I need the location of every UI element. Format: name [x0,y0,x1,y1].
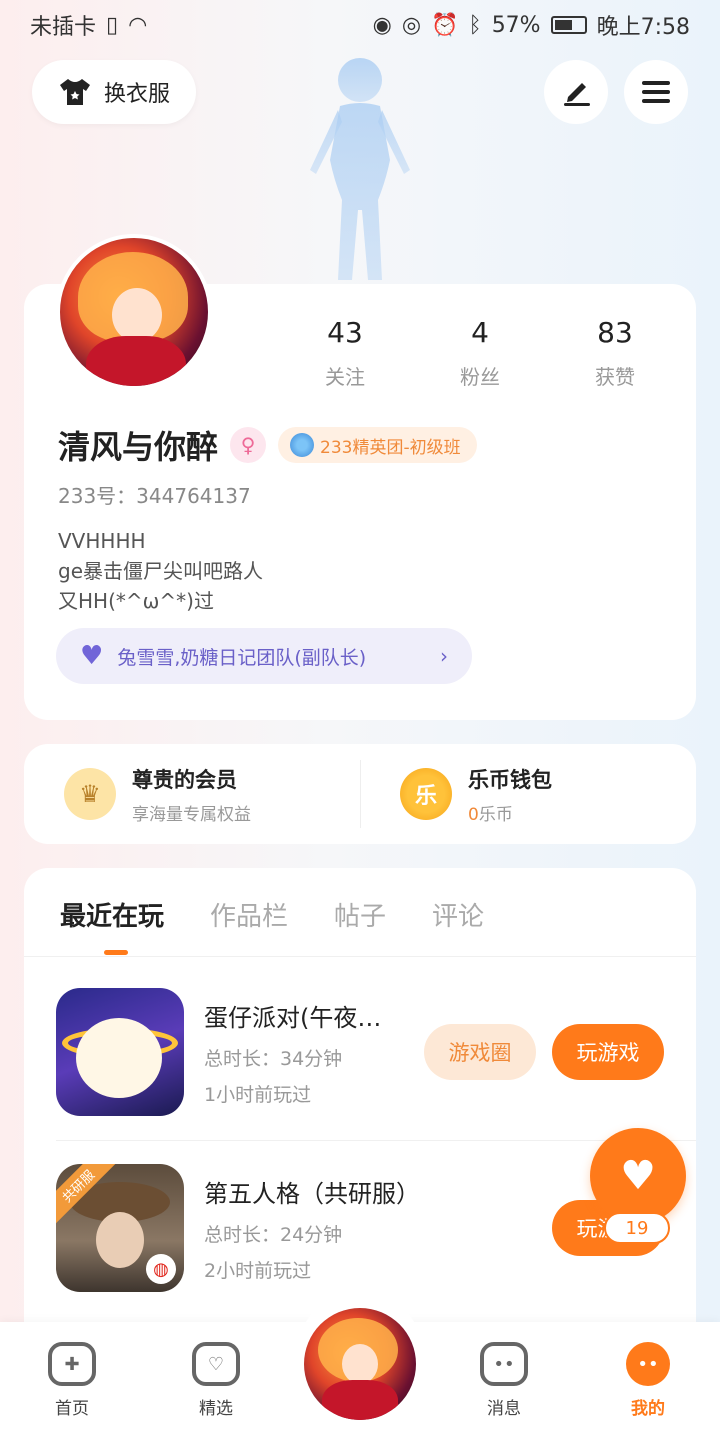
alarm-icon: ⏰ [431,12,459,38]
identity-v-game-icon: 共研服 ◍ [56,1164,184,1292]
stat-number: 83 [597,316,633,349]
nav-label: 消息 [487,1399,521,1419]
nav-center-avatar[interactable] [304,1308,416,1420]
wallet-balance: 0乐币 [468,800,552,825]
bio-line: 又HH(*^ω^*)过 [58,589,214,613]
badge-label: 233精英团-初级班 [320,437,461,458]
team-label: 兔雪雪,奶糖日记团队(副队长) [117,646,367,669]
wifi-icon: ◠ [128,12,148,38]
bio-line: ge暴击僵尸尖叫吧路人 [58,559,263,583]
stat-label: 关注 [325,365,365,389]
nav-label: 首页 [55,1399,89,1419]
edit-icon [564,83,590,106]
tab-comments[interactable]: 评论 [432,896,484,933]
wallet-amount: 0 [468,804,479,825]
nav-featured[interactable]: ♡ 精选 [166,1342,266,1419]
crown-icon: ♛ [64,768,116,820]
like-count: 19 [604,1212,670,1244]
female-icon: ♀ [230,427,267,463]
sim-icon: ▯ [106,12,119,38]
status-bar: 未插卡 ▯ ◠ ◉ ◎ ⏰ ᛒ 57% 晚上7:58 [0,0,720,50]
active-tab-indicator [104,950,128,955]
game-last-played: 1小时前玩过 [204,1084,312,1106]
list-divider [56,1140,696,1141]
team-heart-icon: ♥ [80,641,104,671]
nav-mine[interactable]: •• 我的 [598,1342,698,1419]
carrier-text: 未插卡 [30,15,97,40]
divider [360,760,361,828]
edit-profile-button[interactable] [544,60,608,124]
nav-messages[interactable]: •• 消息 [454,1342,554,1419]
bio-line: VVHHHH [58,529,146,553]
wallet-title: 乐币钱包 [468,767,552,792]
vip-subtitle: 享海量专属权益 [132,804,251,825]
user-id: 233号：344764137 [58,484,251,508]
stat-following[interactable]: 43 关注 [290,316,400,390]
vip-entry[interactable]: ♛ 尊贵的会员 享海量专属权益 [24,764,360,825]
game-name: 蛋仔派对(午夜… [204,1004,382,1032]
profile-stats: 43 关注 4 粉丝 83 获赞 [290,316,670,390]
chat-bubble-icon: •• [480,1342,528,1386]
coin-icon: 乐 [400,768,452,820]
stat-label: 获赞 [595,365,635,389]
wallet-unit: 乐币 [478,804,513,825]
menu-icon [642,81,670,103]
nfc-icon: ◉ [372,12,392,38]
wallet-entry[interactable]: 乐 乐币钱包 0乐币 [360,764,696,825]
stat-followers[interactable]: 4 粉丝 [425,316,535,390]
username: 清风与你醉 [58,428,219,466]
eggy-party-game-icon [56,988,184,1116]
tshirt-icon [59,79,90,105]
chevron-right-icon: › [440,644,448,668]
profile-avatar[interactable] [56,234,212,390]
bio: VVHHHH ge暴击僵尸尖叫吧路人 又HH(*^ω^*)过 [58,526,263,616]
name-row: 清风与你醉 ♀ 233精英团-初级班 [58,422,477,468]
change-outfit-label: 换衣服 [103,82,170,107]
profile-tabs: 最近在玩 作品栏 帖子 评论 [60,896,484,933]
change-outfit-button[interactable]: 换衣服 [32,60,196,124]
game-item[interactable]: 共研服 ◍ 第五人格（共研服） 总时长：24分钟 2小时前玩过 玩游戏 [56,1164,676,1294]
stat-label: 粉丝 [460,365,500,389]
game-name: 第五人格（共研服） [204,1180,420,1208]
hologram-avatar-figure [310,58,410,280]
vip-title: 尊贵的会员 [132,767,237,792]
tab-recently-played[interactable]: 最近在玩 [60,896,164,933]
heart-icon: ♥ [620,1153,656,1199]
bluetooth-icon: ᛒ [468,12,482,38]
tab-posts[interactable]: 帖子 [334,896,386,933]
menu-button[interactable] [624,60,688,124]
battery-percent: 57% [491,12,541,38]
tabs-divider [24,956,696,957]
like-button[interactable]: ♥ [590,1128,686,1224]
game-circle-button[interactable]: 游戏圈 [424,1024,536,1080]
stat-number: 43 [327,316,363,349]
game-item[interactable]: 蛋仔派对(午夜… 总时长：34分钟 1小时前玩过 游戏圈 玩游戏 [56,988,676,1118]
nav-label: 我的 [631,1399,665,1419]
elite-group-badge[interactable]: 233精英团-初级班 [278,427,477,463]
eye-icon: ◎ [401,12,422,38]
profile-face-icon: •• [626,1342,670,1386]
nav-home[interactable]: ✚ 首页 [22,1342,122,1419]
game-last-played: 2小时前玩过 [204,1260,312,1282]
game-playtime: 总时长：34分钟 [204,1048,343,1070]
member-wallet-card: ♛ 尊贵的会员 享海量专属权益 乐 乐币钱包 0乐币 [24,744,696,844]
gamepad-icon: ✚ [48,1342,96,1386]
tab-works[interactable]: 作品栏 [210,896,288,933]
clock: 晚上7:58 [596,15,690,40]
nav-label: 精选 [199,1399,233,1419]
play-game-button[interactable]: 玩游戏 [552,1024,664,1080]
battery-icon [550,16,587,34]
badge-medal-icon [290,433,315,457]
stat-number: 4 [471,316,489,349]
stat-likes[interactable]: 83 获赞 [560,316,670,390]
featured-heart-icon: ♡ [192,1342,240,1386]
game-playtime: 总时长：24分钟 [204,1224,343,1246]
netease-logo-icon: ◍ [146,1254,176,1284]
team-link[interactable]: ♥ 兔雪雪,奶糖日记团队(副队长) › [56,628,472,684]
